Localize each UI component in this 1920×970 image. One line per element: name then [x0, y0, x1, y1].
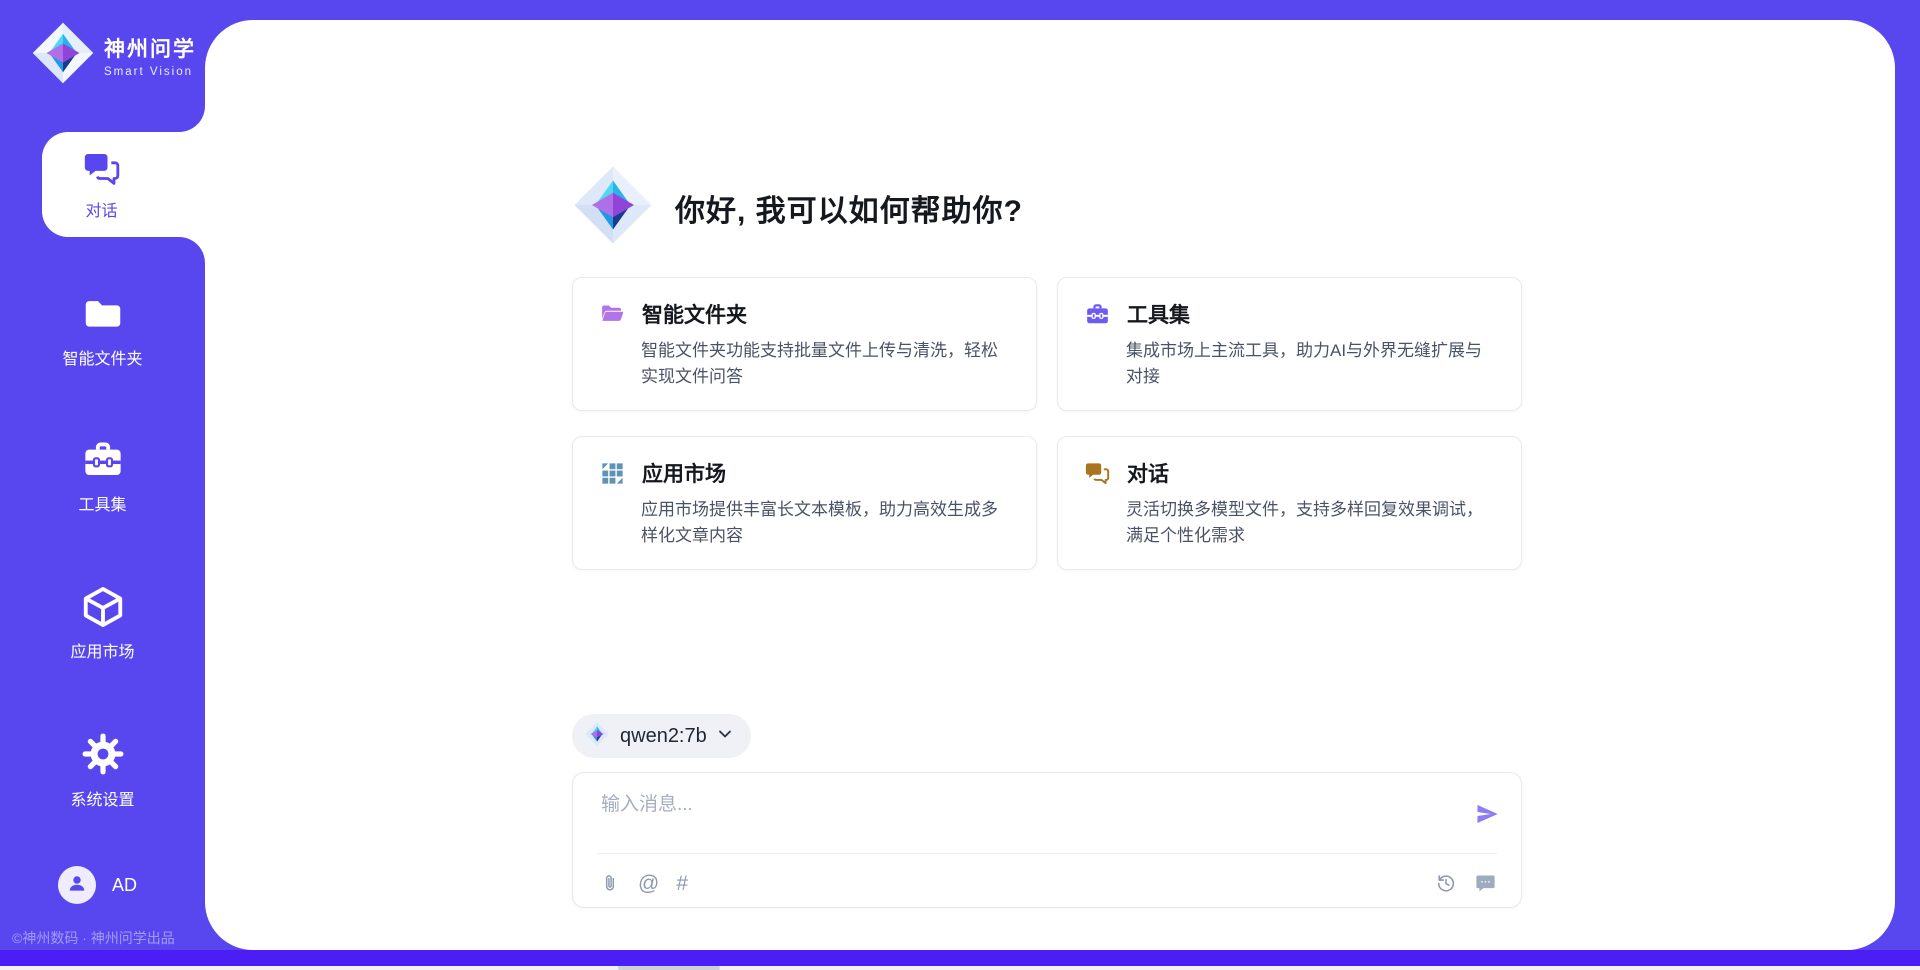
user-initials: AD — [112, 875, 137, 896]
app-root: 神州问学 Smart Vision 对话 智能文件夹 — [0, 0, 1920, 970]
message-input[interactable] — [601, 789, 1431, 847]
composer-divider — [597, 853, 1497, 854]
at-icon[interactable]: @ — [638, 873, 659, 894]
brand-logo: 神州问学 Smart Vision — [30, 20, 196, 91]
diamond-logo-icon — [571, 163, 655, 252]
feature-card-chat[interactable]: 对话 灵活切换多模型文件，支持多样回复效果调试，满足个性化需求 — [1057, 436, 1522, 570]
sidebar-item-smart-folder[interactable]: 智能文件夹 — [0, 291, 205, 369]
copyright: ©神州数码 · 神州问学出品 — [12, 928, 175, 948]
brand-text: 神州问学 Smart Vision — [104, 33, 196, 78]
card-title: 应用市场 — [642, 458, 726, 488]
folder-icon — [80, 291, 126, 337]
greeting-title: 你好, 我可以如何帮助你? — [675, 186, 1023, 230]
chat-bubbles-icon — [1084, 460, 1111, 487]
chevron-down-icon — [717, 726, 733, 747]
sidebar: 神州问学 Smart Vision 对话 智能文件夹 — [0, 0, 205, 970]
chat-bubbles-icon — [82, 149, 122, 189]
diamond-logo-icon — [584, 721, 610, 752]
scrollbar-thumb[interactable] — [618, 966, 720, 970]
paperclip-icon[interactable] — [599, 872, 621, 894]
send-plane-icon — [1474, 801, 1500, 830]
sidebar-item-settings[interactable]: 系统设置 — [0, 730, 205, 810]
diamond-logo-icon — [30, 20, 96, 91]
send-button[interactable] — [1471, 799, 1503, 831]
card-description: 集成市场上主流工具，助力AI与外界无缝扩展与对接 — [1126, 338, 1495, 389]
message-icon[interactable] — [1474, 872, 1497, 895]
card-description: 智能文件夹功能支持批量文件上传与清洗，轻松实现文件问答 — [641, 338, 1010, 389]
card-title: 对话 — [1127, 458, 1169, 488]
card-title: 工具集 — [1127, 299, 1190, 329]
model-name: qwen2:7b — [620, 725, 707, 748]
feature-cards: 智能文件夹 智能文件夹功能支持批量文件上传与清洗，轻松实现文件问答 — [572, 277, 1522, 570]
composer-toolbar: @ # — [599, 867, 1497, 899]
person-icon — [65, 871, 89, 900]
feature-card-toolbox[interactable]: 工具集 集成市场上主流工具，助力AI与外界无缝扩展与对接 — [1057, 277, 1522, 411]
sidebar-item-toolbox[interactable]: 工具集 — [0, 437, 205, 515]
avatar — [58, 866, 96, 904]
card-description: 应用市场提供丰富长文本模板，助力高效生成多样化文章内容 — [641, 497, 1010, 548]
card-title: 智能文件夹 — [642, 299, 747, 329]
main-panel: 你好, 我可以如何帮助你? 智能文件夹 智能文件夹功能支持批量文件上传与清洗，轻… — [205, 20, 1895, 950]
sidebar-item-label: 智能文件夹 — [62, 345, 142, 369]
feature-card-smart-folder[interactable]: 智能文件夹 智能文件夹功能支持批量文件上传与清洗，轻松实现文件问答 — [572, 277, 1037, 411]
feature-card-app-market[interactable]: 应用市场 应用市场提供丰富长文本模板，助力高效生成多样化文章内容 — [572, 436, 1037, 570]
sidebar-item-chat[interactable]: 对话 — [42, 132, 205, 237]
tab-fillet-bottom — [179, 237, 205, 263]
bottom-strip — [0, 950, 1920, 966]
welcome-header: 你好, 我可以如何帮助你? — [571, 163, 1023, 252]
sidebar-item-label: 系统设置 — [70, 786, 134, 810]
sidebar-item-label: 对话 — [85, 197, 117, 221]
horizontal-scrollbar[interactable] — [0, 966, 1920, 970]
model-selector[interactable]: qwen2:7b — [572, 714, 751, 758]
sidebar-item-app-market[interactable]: 应用市场 — [0, 584, 205, 662]
card-description: 灵活切换多模型文件，支持多样回复效果调试，满足个性化需求 — [1126, 497, 1495, 548]
composer: @ # — [572, 772, 1522, 908]
app-market-icon — [599, 460, 626, 487]
history-icon[interactable] — [1435, 872, 1457, 894]
user-profile[interactable]: AD — [58, 866, 137, 904]
tab-fillet-top — [179, 106, 205, 132]
cube-icon — [80, 584, 126, 630]
brand-subtitle: Smart Vision — [104, 66, 196, 78]
hash-icon[interactable]: # — [676, 873, 688, 894]
sidebar-item-label: 工具集 — [78, 491, 126, 515]
sidebar-item-label: 应用市场 — [70, 638, 134, 662]
brand-name: 神州问学 — [104, 33, 196, 63]
gear-icon — [79, 730, 127, 778]
toolbox-icon — [1084, 301, 1111, 328]
folder-open-icon — [599, 301, 626, 328]
toolbox-icon — [80, 437, 126, 483]
